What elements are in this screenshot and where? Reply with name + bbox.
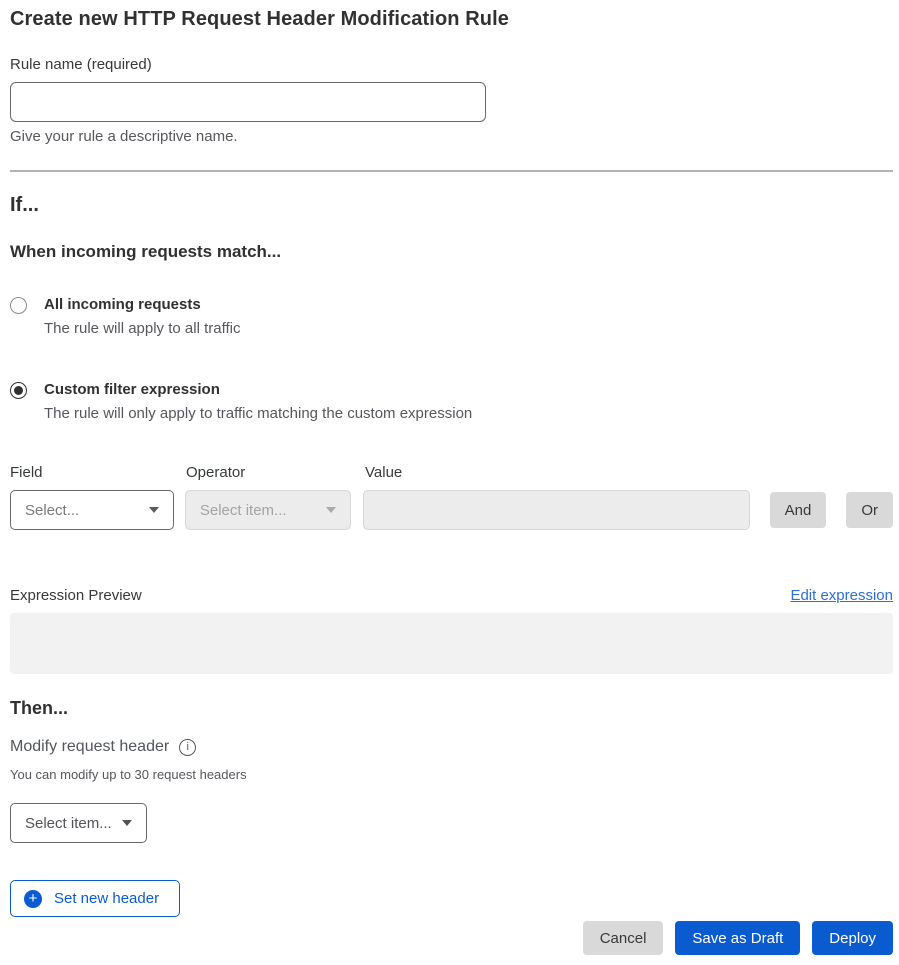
match-subheading: When incoming requests match... [10,242,893,262]
chevron-down-icon [326,507,336,513]
set-new-header-button[interactable]: Set new header [10,880,180,917]
deploy-button[interactable]: Deploy [812,921,893,955]
rule-name-label: Rule name (required) [10,56,893,73]
radio-option-all-incoming[interactable]: All incoming requests The rule will appl… [10,296,893,337]
field-select[interactable]: Select... [10,490,174,530]
header-item-select[interactable]: Select item... [10,803,147,843]
radio-label-custom-filter[interactable]: Custom filter expression [44,381,472,398]
page-title: Create new HTTP Request Header Modificat… [10,8,893,31]
cancel-button[interactable]: Cancel [583,921,664,955]
expression-builder-row: Select... Select item... And Or [10,490,893,530]
chevron-down-icon [149,507,159,513]
edit-expression-link[interactable]: Edit expression [790,587,893,604]
modify-header-help: You can modify up to 30 request headers [10,767,893,782]
radio-label-all-incoming[interactable]: All incoming requests [44,296,240,313]
radio-desc-custom-filter: The rule will only apply to traffic matc… [44,405,472,422]
operator-label: Operator [186,464,365,481]
rule-name-help: Give your rule a descriptive name. [10,128,893,145]
expression-preview-label: Expression Preview [10,587,142,604]
radio-desc-all-incoming: The rule will apply to all traffic [44,320,240,337]
and-button[interactable]: And [770,492,827,528]
radio-unselected-icon[interactable] [10,297,27,314]
set-new-header-label: Set new header [54,890,159,907]
field-select-value: Select... [25,502,79,519]
modify-header-row: Modify request header [10,738,893,756]
operator-select[interactable]: Select item... [185,490,351,530]
rule-name-input[interactable] [10,82,486,122]
footer-actions: Cancel Save as Draft Deploy [10,921,893,955]
then-heading: Then... [10,698,893,719]
info-icon[interactable] [179,739,196,756]
expression-preview-header: Expression Preview Edit expression [10,587,893,604]
if-heading: If... [10,194,893,217]
radio-selected-icon[interactable] [10,382,27,399]
or-button[interactable]: Or [846,492,893,528]
modify-request-header-label: Modify request header [10,738,169,756]
operator-select-value: Select item... [200,502,287,519]
expression-preview-box [10,613,893,674]
chevron-down-icon [122,820,132,826]
section-divider [10,170,893,172]
expression-builder-labels: Field Operator Value [10,464,893,481]
radio-option-custom-filter[interactable]: Custom filter expression The rule will o… [10,381,893,422]
plus-circle-icon [24,890,42,908]
header-item-select-value: Select item... [25,815,112,832]
value-input[interactable] [363,490,750,530]
value-label: Value [365,464,402,481]
save-as-draft-button[interactable]: Save as Draft [675,921,800,955]
field-label: Field [10,464,186,481]
